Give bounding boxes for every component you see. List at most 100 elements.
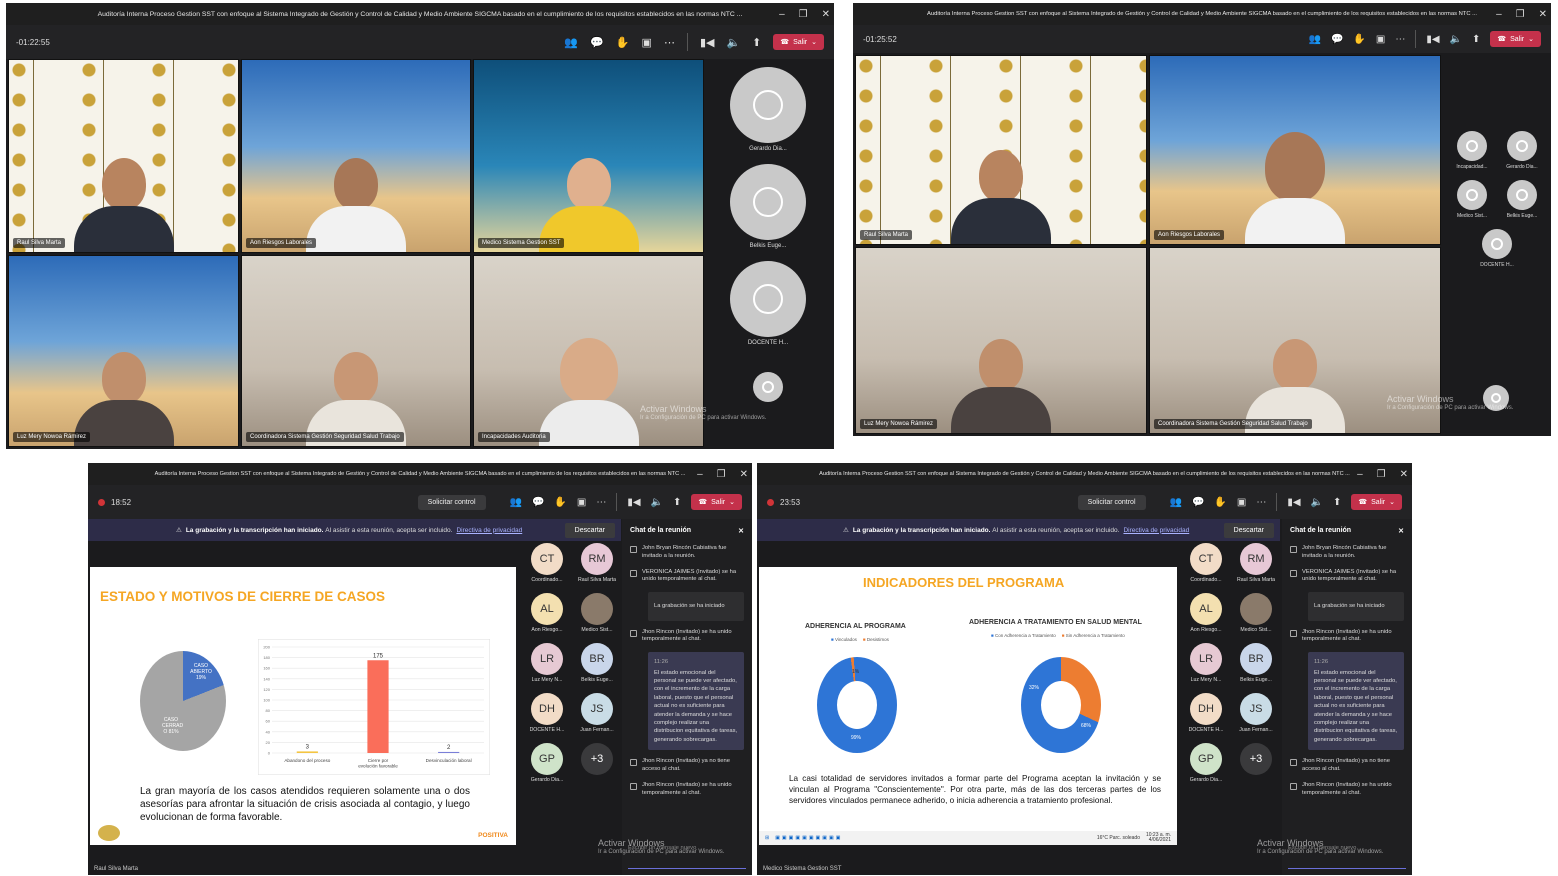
participant-tile[interactable]: JS Juan Fernan... bbox=[1233, 693, 1279, 733]
teams-window-3: Auditoría Interna Proceso Gestion SST co… bbox=[88, 463, 752, 875]
chat-icon[interactable]: 💬 bbox=[1192, 497, 1204, 508]
share-icon[interactable]: ⬆ bbox=[1333, 497, 1341, 508]
participant-tile[interactable]: +3 bbox=[1233, 743, 1279, 783]
camera-off-icon[interactable]: ▮◀ bbox=[1426, 34, 1439, 45]
participants-icon[interactable]: 👥 bbox=[1309, 34, 1321, 45]
reactions-icon[interactable]: ✋ bbox=[554, 497, 566, 508]
share-icon[interactable]: ⬆ bbox=[673, 497, 681, 508]
more-icon[interactable]: ⋯ bbox=[1256, 497, 1266, 508]
participant-tile[interactable]: LR Luz Mery N... bbox=[524, 643, 570, 683]
minimize-icon[interactable]: – bbox=[1357, 469, 1363, 480]
rooms-icon[interactable]: ▣ bbox=[642, 36, 652, 49]
audio-participant[interactable]: Gerardo Dia... bbox=[718, 67, 818, 152]
participants-icon[interactable]: 👥 bbox=[1170, 497, 1182, 508]
request-control-button[interactable]: Solicitar control bbox=[1077, 494, 1146, 510]
recording-banner-text: Al asistir a esta reunión, acepta ser in… bbox=[992, 526, 1120, 534]
chat-icon[interactable]: 💬 bbox=[1331, 34, 1343, 45]
reactions-icon[interactable]: ✋ bbox=[616, 36, 630, 49]
participant-tile[interactable]: BR Belkis Euge... bbox=[1233, 643, 1279, 683]
restore-icon[interactable]: ❐ bbox=[799, 9, 808, 20]
toolbar-divider bbox=[1415, 30, 1417, 48]
leave-button[interactable]: ☎ Salir ⌄ bbox=[1351, 494, 1402, 510]
close-icon[interactable]: ✕ bbox=[1400, 469, 1408, 480]
reactions-icon[interactable]: ✋ bbox=[1214, 497, 1226, 508]
participant-tile[interactable]: CT Coordinado... bbox=[524, 543, 570, 583]
chat-event: Jhon Rincon (Invitado) se ha unido tempo… bbox=[630, 629, 744, 645]
audio-participant[interactable]: DOCENTE H... bbox=[1447, 229, 1547, 268]
participant-tile[interactable]: RM Raul Silva Marta bbox=[574, 543, 620, 583]
restore-icon[interactable]: ❐ bbox=[1377, 469, 1386, 480]
minimize-icon[interactable]: – bbox=[1496, 9, 1502, 20]
share-icon[interactable]: ⬆ bbox=[752, 36, 761, 49]
restore-icon[interactable]: ❐ bbox=[1516, 9, 1525, 20]
video-tile[interactable]: Aon Riesgos Laborales bbox=[1149, 55, 1441, 245]
audio-participant[interactable]: Medico Sist... bbox=[1447, 180, 1497, 219]
video-tile[interactable]: Luz Mery Nowoa Rámirez bbox=[8, 255, 239, 447]
restore-icon[interactable]: ❐ bbox=[717, 469, 726, 480]
video-tile[interactable]: Luz Mery Nowoa Rámirez bbox=[855, 247, 1147, 434]
rooms-icon[interactable]: ▣ bbox=[1376, 34, 1385, 45]
rooms-icon[interactable]: ▣ bbox=[577, 497, 586, 508]
camera-off-icon[interactable]: ▮◀ bbox=[627, 497, 640, 508]
more-icon[interactable]: ⋯ bbox=[664, 36, 675, 49]
mic-icon[interactable]: 🔈 bbox=[651, 497, 663, 508]
video-tile[interactable]: Medico Sistema Gestion SST bbox=[473, 59, 704, 253]
privacy-link[interactable]: Directiva de privacidad bbox=[1123, 527, 1189, 534]
participant-tile[interactable]: Medico Sist... bbox=[1233, 593, 1279, 633]
participant-tile[interactable]: GP Gerardo Dia... bbox=[1183, 743, 1229, 783]
mic-icon[interactable]: 🔈 bbox=[1450, 34, 1462, 45]
participant-tile[interactable]: DH DOCENTE H... bbox=[1183, 693, 1229, 733]
participant-tile[interactable]: GP Gerardo Dia... bbox=[524, 743, 570, 783]
leave-button[interactable]: ☎ Salir ⌄ bbox=[691, 494, 742, 510]
video-tile[interactable]: Raul Silva Marta bbox=[8, 59, 239, 253]
participant-tile[interactable]: Medico Sist... bbox=[574, 593, 620, 633]
participant-tile[interactable]: CT Coordinado... bbox=[1183, 543, 1229, 583]
chat-icon[interactable]: 💬 bbox=[532, 497, 544, 508]
participant-tile[interactable]: AL Aon Riesgo... bbox=[1183, 593, 1229, 633]
close-icon[interactable]: ✕ bbox=[1398, 527, 1404, 535]
camera-off-icon[interactable]: ▮◀ bbox=[1287, 497, 1300, 508]
participant-tile[interactable]: RM Raul Silva Marta bbox=[1233, 543, 1279, 583]
chat-event-text: Jhon Rincon (Invitado) se ha unido tempo… bbox=[642, 781, 732, 796]
close-icon[interactable]: ✕ bbox=[1539, 9, 1547, 20]
mic-icon[interactable]: 🔈 bbox=[726, 36, 740, 49]
self-avatar[interactable] bbox=[753, 372, 783, 402]
video-tile[interactable]: Raul Silva Marta bbox=[855, 55, 1147, 245]
participant-tile[interactable]: DH DOCENTE H... bbox=[524, 693, 570, 733]
participant-tile[interactable]: +3 bbox=[574, 743, 620, 783]
video-tile[interactable]: Aon Riesgos Laborales bbox=[241, 59, 471, 253]
participants-icon[interactable]: 👥 bbox=[510, 497, 522, 508]
participant-tile[interactable]: LR Luz Mery N... bbox=[1183, 643, 1229, 683]
audio-participant[interactable]: DOCENTE H... bbox=[718, 261, 818, 346]
video-tile[interactable]: Coordinadora Sistema Gestión Seguridad S… bbox=[241, 255, 471, 447]
close-icon[interactable]: ✕ bbox=[822, 9, 830, 20]
share-icon[interactable]: ⬆ bbox=[1472, 34, 1480, 45]
close-icon[interactable]: ✕ bbox=[740, 469, 748, 480]
chat-icon[interactable]: 💬 bbox=[590, 36, 604, 49]
privacy-link[interactable]: Directiva de privacidad bbox=[456, 527, 522, 534]
participant-tile[interactable]: BR Belkis Euge... bbox=[574, 643, 620, 683]
participant-tile[interactable]: JS Juan Fernan... bbox=[574, 693, 620, 733]
leave-button[interactable]: ☎ Salir ⌄ bbox=[773, 34, 824, 50]
leave-button[interactable]: ☎ Salir ⌄ bbox=[1490, 31, 1541, 47]
request-control-button[interactable]: Solicitar control bbox=[417, 494, 486, 510]
mic-icon[interactable]: 🔈 bbox=[1311, 497, 1323, 508]
dismiss-button[interactable]: Descartar bbox=[564, 522, 615, 538]
reactions-icon[interactable]: ✋ bbox=[1353, 34, 1365, 45]
participant-name: Incapacidades Auditoria bbox=[478, 432, 550, 442]
more-icon[interactable]: ⋯ bbox=[1395, 34, 1405, 45]
rooms-icon[interactable]: ▣ bbox=[1237, 497, 1246, 508]
minimize-icon[interactable]: – bbox=[697, 469, 703, 480]
camera-off-icon[interactable]: ▮◀ bbox=[700, 36, 715, 49]
close-icon[interactable]: ✕ bbox=[738, 527, 744, 535]
participants-icon[interactable]: 👥 bbox=[564, 36, 578, 49]
chat-title: Chat de la reunión bbox=[1290, 527, 1352, 534]
audio-participant[interactable]: Incapacidad... bbox=[1447, 131, 1497, 170]
more-icon[interactable]: ⋯ bbox=[596, 497, 606, 508]
audio-participant[interactable]: Belkis Euge... bbox=[718, 164, 818, 249]
audio-participant[interactable]: Belkis Euge... bbox=[1497, 180, 1547, 219]
minimize-icon[interactable]: – bbox=[779, 9, 785, 20]
dismiss-button[interactable]: Descartar bbox=[1223, 522, 1274, 538]
audio-participant[interactable]: Gerardo Dia... bbox=[1497, 131, 1547, 170]
participant-tile[interactable]: AL Aon Riesgo... bbox=[524, 593, 570, 633]
